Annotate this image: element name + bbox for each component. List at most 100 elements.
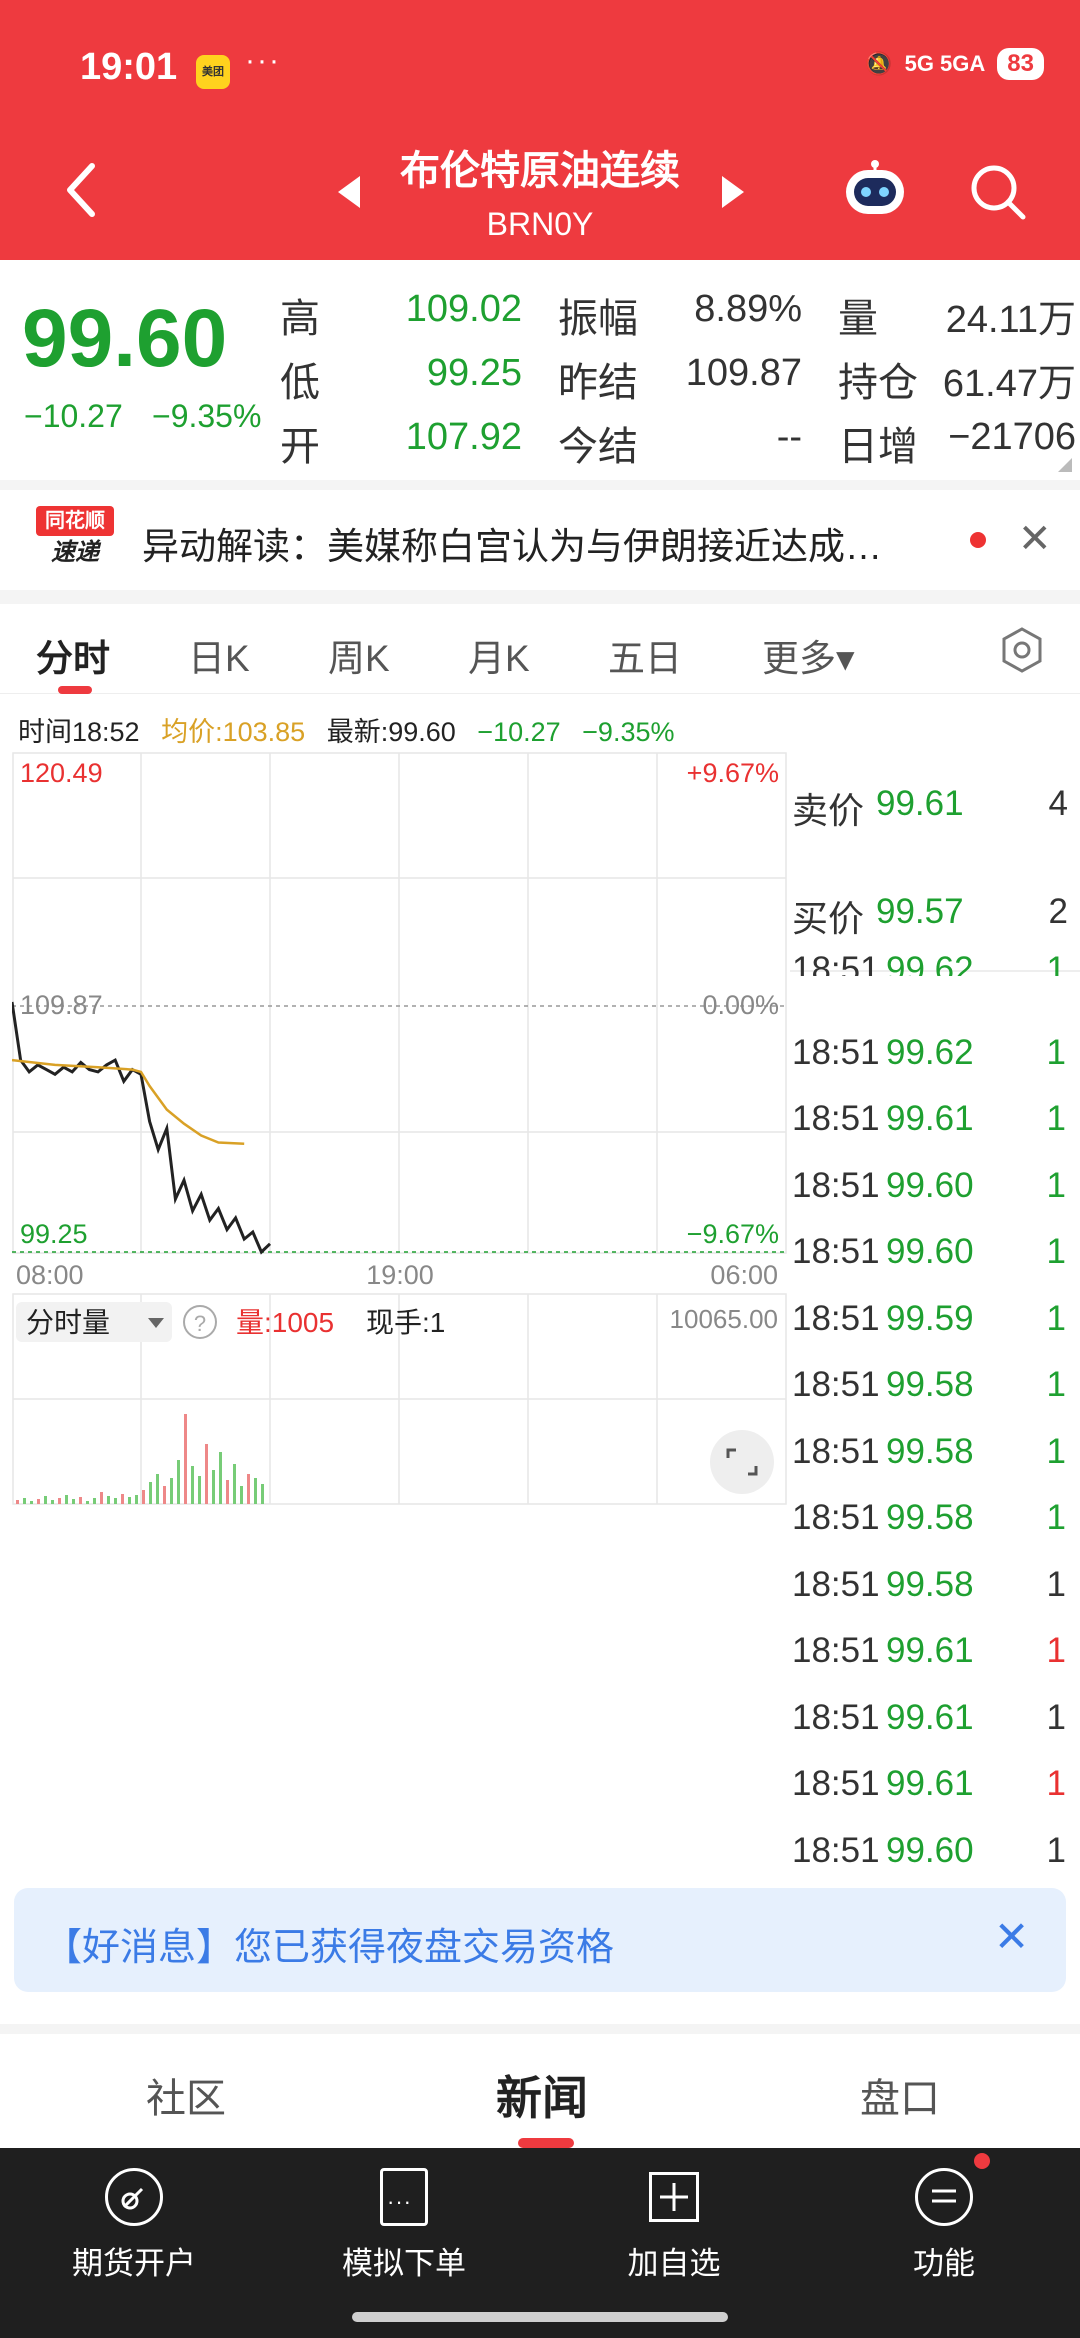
hand-value: 现手:1 bbox=[366, 1307, 445, 1338]
tab-intraday[interactable]: 分时 bbox=[36, 628, 110, 682]
tab-orderbook[interactable]: 盘口 bbox=[860, 2066, 940, 2124]
simulated-order-label: 模拟下单 bbox=[342, 2246, 466, 2281]
add-watchlist-button[interactable]: 加自选 bbox=[574, 2168, 774, 2283]
tab-monthly-k[interactable]: 月K bbox=[468, 628, 530, 682]
trade-qty: 1 bbox=[1046, 1764, 1066, 1803]
volume-bar bbox=[23, 1498, 26, 1504]
futures-account-label: 期货开户 bbox=[72, 2246, 196, 2281]
add-icon bbox=[649, 2172, 699, 2222]
high-value: 109.02 bbox=[405, 288, 522, 330]
sub-tabs: 社区 新闻 盘口 bbox=[0, 2024, 1080, 2148]
mute-icon: 🔕 bbox=[865, 51, 893, 76]
functions-button[interactable]: 功能 bbox=[844, 2153, 1044, 2283]
volume-bar bbox=[205, 1444, 208, 1504]
volume-bar bbox=[184, 1414, 187, 1504]
battery-icon: 83 bbox=[997, 48, 1044, 80]
account-open-icon bbox=[105, 2168, 163, 2226]
volume-bar bbox=[198, 1476, 201, 1504]
status-right: 🔕 5G 5GA 83 bbox=[865, 48, 1044, 80]
chart-settings-icon[interactable] bbox=[998, 626, 1046, 674]
prev-settle-label: 昨结 bbox=[558, 361, 638, 405]
trade-time: 18:51 bbox=[792, 1830, 880, 1870]
volume-bar bbox=[58, 1498, 61, 1504]
help-icon-glyph: ? bbox=[194, 1311, 206, 1336]
trade-time: 18:51 bbox=[792, 1631, 880, 1670]
y-label-top: 120.49 bbox=[20, 758, 103, 788]
ths-logo-icon: 同花顺 速递 bbox=[36, 506, 114, 570]
tab-community[interactable]: 社区 bbox=[146, 2066, 226, 2124]
trade-qty: 1 bbox=[1046, 1564, 1066, 1604]
y-label-mid: 109.87 bbox=[20, 990, 103, 1020]
volume-label: 量 bbox=[838, 297, 878, 341]
simulated-order-button[interactable]: ··· 模拟下单 bbox=[304, 2168, 504, 2283]
volume-bar bbox=[114, 1498, 117, 1504]
price-change-pct: −9.35% bbox=[152, 398, 262, 434]
trade-qty: 1 bbox=[1046, 1498, 1066, 1537]
open-label: 开 bbox=[280, 425, 320, 469]
trade-time: 18:51 bbox=[792, 1697, 880, 1737]
page-title: 布伦特原油连续 bbox=[400, 149, 680, 193]
chart-tabs: 分时 日K 周K 月K 五日 更多▾ bbox=[0, 610, 1080, 694]
trade-qty: 1 bbox=[1046, 1365, 1066, 1404]
info-change: −10.27 bbox=[477, 717, 561, 747]
volume-bar bbox=[233, 1464, 236, 1504]
low-value: 99.25 bbox=[426, 352, 522, 394]
night-session-banner[interactable]: 【好消息】您已获得夜盘交易资格 ✕ bbox=[14, 1888, 1066, 1992]
daily-change-label: 日增 bbox=[838, 425, 918, 469]
intraday-chart[interactable]: 120.49 +9.67% 109.87 0.00% 99.25 −9.67% … bbox=[12, 752, 787, 1512]
fullscreen-button[interactable] bbox=[710, 1430, 774, 1494]
trade-time: 18:51 bbox=[792, 1764, 880, 1803]
tab-daily-k[interactable]: 日K bbox=[188, 628, 250, 682]
tab-five-day[interactable]: 五日 bbox=[608, 628, 682, 682]
trade-price: 99.58 bbox=[886, 1564, 974, 1604]
trade-qty: 1 bbox=[1046, 1232, 1066, 1271]
open-interest-label: 持仓 bbox=[838, 361, 918, 405]
divider bbox=[0, 590, 1080, 604]
close-banner-button[interactable]: ✕ bbox=[994, 1912, 1029, 1961]
robot-assistant-icon[interactable] bbox=[842, 158, 908, 224]
ask-qty: 4 bbox=[1048, 784, 1068, 823]
trade-price: 99.58 bbox=[886, 1431, 974, 1471]
volume-bar bbox=[100, 1492, 103, 1504]
tab-more[interactable]: 更多▾ bbox=[762, 628, 855, 682]
trade-price: 99.61 bbox=[886, 1099, 974, 1138]
amplitude-label: 振幅 bbox=[558, 297, 638, 341]
last-price: 99.60 bbox=[22, 293, 228, 384]
volume-bar bbox=[254, 1478, 257, 1504]
news-text: 异动解读：美媒称白宫认为与伊朗接近达成… bbox=[142, 526, 882, 567]
document-icon: ··· bbox=[380, 2168, 428, 2226]
amplitude-value: 8.89% bbox=[694, 288, 802, 330]
logo-bottom-text: 速递 bbox=[51, 539, 99, 566]
futures-account-button[interactable]: 期货开户 bbox=[34, 2168, 234, 2283]
today-settle-label: 今结 bbox=[558, 425, 638, 469]
volume-bar bbox=[135, 1495, 138, 1504]
volume-bar bbox=[121, 1494, 124, 1504]
volume-bar bbox=[51, 1500, 54, 1504]
y-label-bottom: 99.25 bbox=[20, 1219, 88, 1249]
menu-icon bbox=[915, 2153, 990, 2226]
status-bar: 19:01 美团 ··· 🔕 5G 5GA 83 bbox=[0, 0, 1080, 140]
order-book: 卖价 99.61 4 买价 99.57 2 bbox=[790, 752, 1080, 972]
volume-bar bbox=[156, 1474, 159, 1504]
info-average: 均价:103.85 bbox=[161, 717, 306, 747]
daily-change-value: −21706 bbox=[948, 416, 1076, 458]
high-label: 高 bbox=[280, 297, 320, 341]
trade-row: 18:51 99.62 1 bbox=[792, 950, 1074, 976]
ask-price: 99.61 bbox=[876, 784, 964, 823]
functions-label: 功能 bbox=[913, 2246, 975, 2281]
search-icon[interactable] bbox=[968, 162, 1028, 222]
news-alert-strip[interactable]: 同花顺 速递 异动解读：美媒称白宫认为与伊朗接近达成… ✕ bbox=[0, 486, 1080, 590]
trade-time: 18:51 bbox=[792, 1365, 880, 1404]
trade-time: 18:51 bbox=[792, 1431, 880, 1471]
volume-bar bbox=[170, 1478, 173, 1504]
app-header: 19:01 美团 ··· 🔕 5G 5GA 83 布伦特原油连续 BRN0Y bbox=[0, 0, 1080, 260]
close-news-button[interactable]: ✕ bbox=[1018, 516, 1052, 562]
volume-bar bbox=[37, 1499, 40, 1504]
tab-news[interactable]: 新闻 bbox=[496, 2062, 588, 2128]
price-change: −10.27 bbox=[24, 398, 123, 434]
tab-weekly-k[interactable]: 周K bbox=[328, 628, 390, 682]
trade-price: 99.60 bbox=[886, 1232, 974, 1271]
volume-bar bbox=[191, 1466, 194, 1504]
volume-bar bbox=[107, 1496, 110, 1504]
trade-time: 18:51 bbox=[792, 1232, 880, 1271]
